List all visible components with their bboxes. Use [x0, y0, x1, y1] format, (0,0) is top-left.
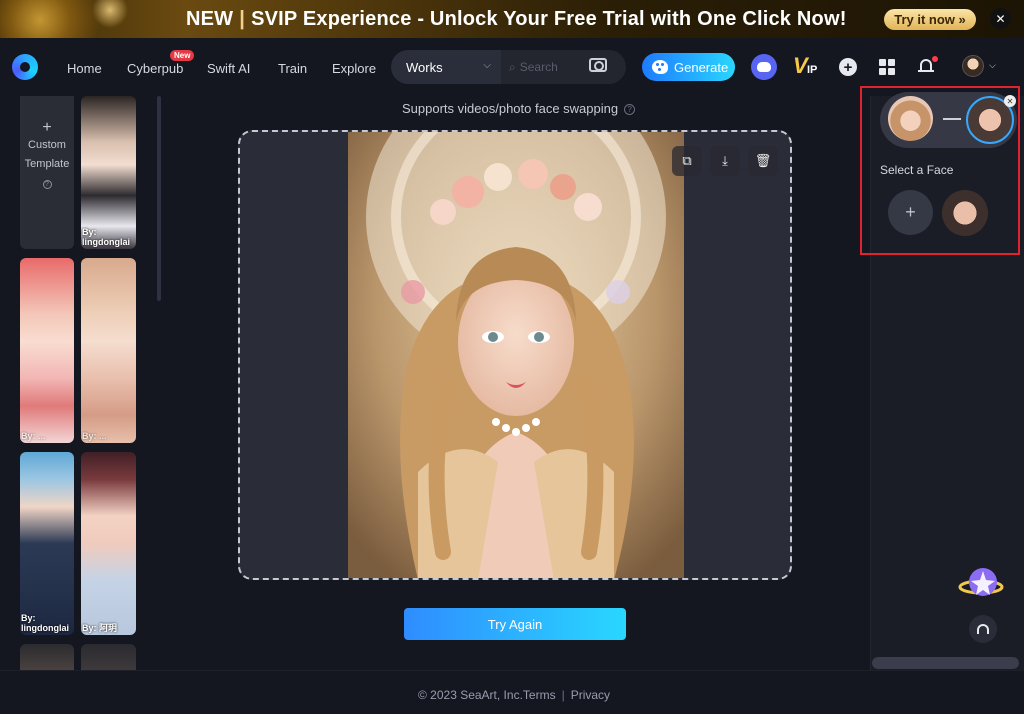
- palette-icon: [652, 60, 668, 74]
- try-again-button[interactable]: Try Again: [404, 608, 626, 640]
- thumbnail-author: By: lingdonglai: [21, 613, 69, 633]
- promo-text: NEW | SVIP Experience - Unlock Your Free T…: [186, 8, 847, 31]
- plus-circle-icon[interactable]: +: [839, 58, 857, 76]
- camera-icon[interactable]: [589, 58, 607, 72]
- vip-letter: V: [793, 53, 808, 78]
- thumbnail-author: By: 阿玥: [82, 623, 118, 633]
- footer: © 2023 SeaArt, Inc.Terms | Privacy: [0, 670, 1024, 714]
- terms-link[interactable]: Terms: [523, 688, 556, 702]
- nav-swift-ai[interactable]: Swift AI: [207, 61, 250, 76]
- works-dropdown[interactable]: Works ⌵: [391, 50, 501, 84]
- hint-text: Supports videos/photo face swapping: [402, 101, 619, 116]
- try-it-now-button[interactable]: Try it now »: [884, 9, 976, 30]
- mascot-icon[interactable]: [958, 561, 1004, 603]
- gift-decoration: [0, 0, 150, 38]
- portrait-illustration: [348, 132, 684, 578]
- download-icon[interactable]: ⤓: [710, 146, 740, 176]
- double-chevron-icon: »: [958, 12, 966, 27]
- plus-icon: +: [42, 119, 52, 136]
- vip-sub: IP: [807, 64, 818, 76]
- panel-scrollbar[interactable]: [872, 657, 1019, 669]
- thumbnail-author: By: lingdonglai: [82, 227, 130, 247]
- share-icon[interactable]: ⧉: [672, 146, 702, 176]
- nav-train[interactable]: Train: [278, 61, 307, 76]
- chevron-down-icon: ⌵: [483, 60, 491, 71]
- logo-icon[interactable]: [12, 54, 38, 80]
- apps-grid-icon[interactable]: [879, 59, 895, 75]
- close-icon[interactable]: ✕: [990, 8, 1011, 29]
- help-icon[interactable]: ?: [42, 180, 52, 189]
- face-swap-hint: Supports videos/photo face swapping?: [402, 101, 636, 116]
- copyright-text: © 2023 SeaArt, Inc.: [418, 688, 523, 702]
- template-panel: + Custom Template ? By: lingdonglai By: …: [0, 96, 162, 670]
- new-badge: New: [170, 50, 195, 61]
- scrollbar[interactable]: [157, 96, 161, 301]
- search-placeholder: Search: [519, 60, 558, 74]
- template-thumbnail[interactable]: [20, 644, 74, 670]
- thumbnail-author: By: ...: [82, 431, 107, 441]
- search-icon: ⌕: [509, 59, 516, 74]
- promo-banner[interactable]: NEW | SVIP Experience - Unlock Your Free T…: [0, 0, 1024, 38]
- generate-button[interactable]: Generate: [642, 53, 735, 81]
- user-avatar[interactable]: [962, 55, 984, 77]
- trash-icon[interactable]: 🗑: [748, 146, 778, 176]
- discord-icon[interactable]: [751, 54, 777, 80]
- template-thumbnail[interactable]: By: 阿玥: [81, 452, 136, 635]
- template-thumbnail[interactable]: By: ...: [81, 258, 136, 443]
- privacy-link[interactable]: Privacy: [571, 688, 610, 702]
- nav-home[interactable]: Home: [67, 61, 102, 76]
- result-canvas[interactable]: ⧉ ⤓ 🗑: [238, 130, 792, 580]
- custom-template-button[interactable]: + Custom Template ?: [20, 96, 74, 249]
- custom-template-label-2: Template: [24, 158, 70, 170]
- template-thumbnail[interactable]: By: lingdonglai: [81, 96, 136, 249]
- thumbnail-author: By: ...: [21, 431, 46, 441]
- help-icon[interactable]: ?: [624, 104, 636, 116]
- promo-headline: SVIP Experience - Unlock Your Free Trial…: [251, 8, 847, 30]
- custom-template-label: Custom: [28, 139, 66, 151]
- works-dropdown-label: Works: [406, 59, 443, 75]
- template-thumbnail[interactable]: [81, 644, 136, 670]
- vip-icon[interactable]: V IP: [793, 53, 821, 81]
- promo-new-label: NEW: [186, 8, 234, 30]
- search-input[interactable]: ⌕ Search: [501, 50, 626, 84]
- template-thumbnail[interactable]: By: ...: [20, 258, 74, 443]
- highlight-box: [860, 86, 1020, 255]
- nav-cyberpub[interactable]: Cyberpub: [127, 61, 183, 76]
- chevron-down-icon[interactable]: ⌵: [989, 60, 996, 71]
- headset-icon[interactable]: [969, 615, 997, 643]
- bell-icon[interactable]: [918, 56, 938, 75]
- generate-label: Generate: [674, 59, 729, 75]
- promo-separator: |: [239, 8, 246, 30]
- try-it-now-label: Try it now: [894, 12, 955, 27]
- nav-explore[interactable]: Explore: [332, 61, 376, 76]
- footer-separator: |: [561, 688, 565, 702]
- result-image: [348, 132, 684, 578]
- template-thumbnail[interactable]: By: lingdonglai: [20, 452, 74, 635]
- notification-dot: [932, 56, 938, 62]
